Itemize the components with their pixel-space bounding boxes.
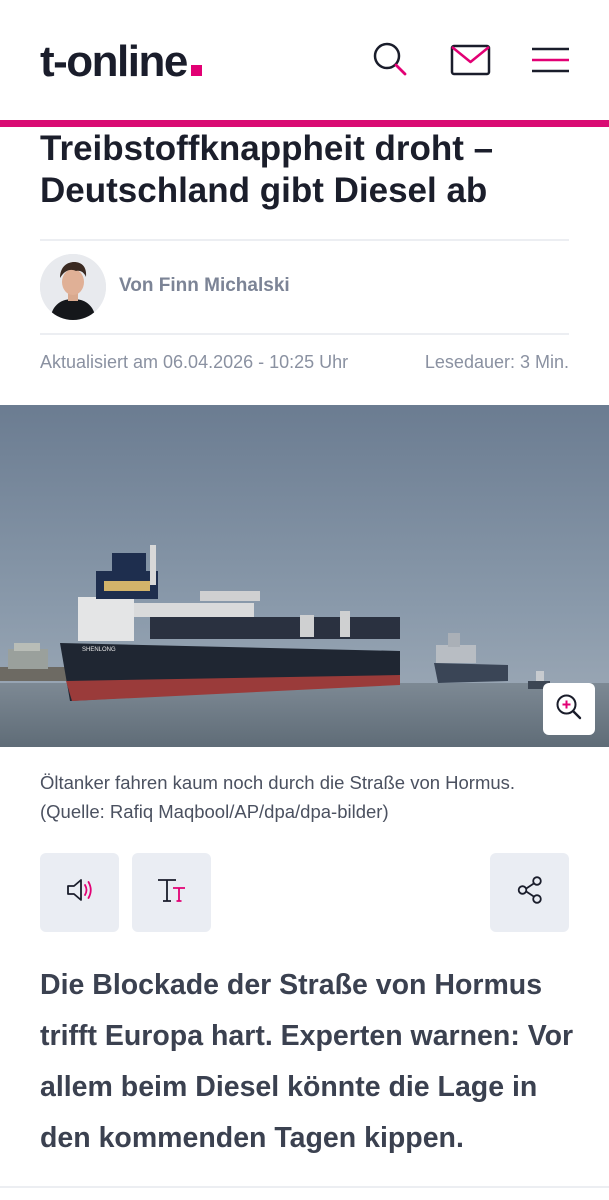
menu-icon — [529, 45, 571, 80]
divider — [40, 239, 569, 241]
share-button[interactable] — [490, 853, 569, 932]
read-aloud-button[interactable] — [40, 853, 119, 932]
author-avatar[interactable] — [40, 254, 106, 320]
article-title-line-1: Treibstoffknappheit droht – — [40, 129, 494, 168]
site-header: t-online — [0, 0, 609, 122]
article-image[interactable]: SHENLONG — [0, 405, 609, 747]
reading-time: Lesedauer: 3 Min. — [424, 352, 569, 372]
image-caption: Öltanker fahren kaum noch durch die Stra… — [40, 768, 580, 826]
search-icon — [369, 39, 411, 86]
image-credit: (Quelle: Rafiq Maqbool/AP/dpa/dpa-bilder… — [40, 801, 389, 822]
image-caption-text: Öltanker fahren kaum noch durch die Stra… — [40, 772, 516, 793]
speaker-icon — [64, 876, 96, 909]
menu-button[interactable] — [526, 38, 574, 86]
updated-timestamp: Aktualisiert am 06.04.2026 - 10:25 Uhr — [40, 352, 349, 372]
header-accent-bar — [0, 120, 609, 127]
image-zoom-button[interactable] — [543, 683, 595, 735]
search-button[interactable] — [366, 38, 414, 86]
logo-text: t-online — [40, 37, 188, 86]
divider — [40, 333, 569, 335]
share-icon — [515, 875, 545, 910]
author-name[interactable]: Von Finn Michalski — [119, 275, 290, 297]
divider — [0, 1186, 609, 1188]
t-online-logo[interactable]: t-online — [40, 36, 202, 88]
text-size-button[interactable] — [132, 853, 211, 932]
article-lead: Die Blockade der Straße von Hormus triff… — [40, 969, 574, 1154]
mail-icon — [450, 43, 492, 82]
article-title: Treibstoffknappheit droht – Deutschland … — [40, 128, 570, 212]
text-size-icon — [155, 875, 189, 910]
zoom-in-icon — [554, 692, 584, 727]
ship-name-label: SHENLONG — [82, 647, 116, 653]
logo-dot — [190, 65, 202, 76]
tanker-photo-illustration: SHENLONG — [0, 405, 609, 747]
mail-button[interactable] — [447, 38, 495, 86]
article-title-line-2: Deutschland gibt Diesel ab — [40, 171, 488, 210]
